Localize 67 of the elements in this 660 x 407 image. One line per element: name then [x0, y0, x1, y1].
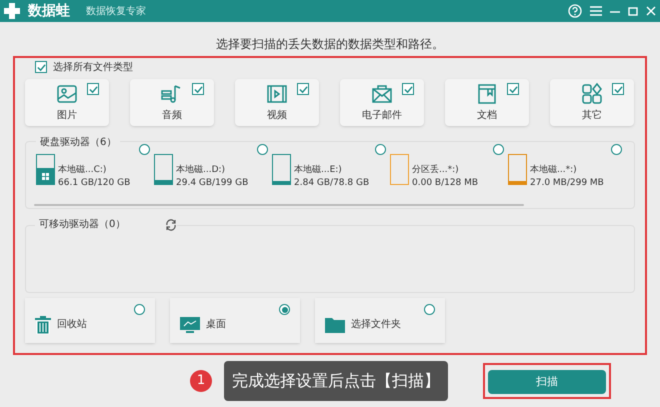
heading: 选择要扫描的丢失数据的数据类型和路径。: [215, 36, 445, 53]
drive-name: 本地磁...C:): [58, 164, 108, 177]
location-card[interactable]: 回收站: [25, 298, 155, 343]
section-title: 可移动驱动器（0）: [35, 217, 166, 232]
file-type-label: 电子邮件: [362, 108, 402, 123]
windows-logo-icon: [42, 172, 49, 180]
drive-name: 分区丢...*:): [412, 164, 460, 177]
checkbox[interactable]: [192, 83, 204, 95]
drive-item[interactable]: 本地磁...*:) 27.0 MB/299 MB: [508, 144, 626, 190]
drive-name: 本地磁...E:): [294, 164, 343, 177]
checkbox[interactable]: [507, 83, 519, 95]
file-type-label: 其它: [582, 108, 602, 123]
step-badge: 1: [190, 370, 212, 392]
location-label: 回收站: [57, 318, 87, 332]
select-all-label: 选择所有文件类型: [53, 60, 133, 74]
help-icon[interactable]: [568, 4, 582, 18]
section-title: 硬盘驱动器（6）: [36, 135, 120, 150]
file-type-card[interactable]: 电子邮件: [340, 79, 424, 126]
radio-button[interactable]: [279, 304, 290, 315]
drive-item[interactable]: 本地磁...D:) 29.4 GB/199 GB: [154, 144, 272, 190]
file-type-label: 音频: [162, 108, 182, 123]
scan-button[interactable]: 扫描: [488, 370, 606, 394]
file-type-card[interactable]: 文档: [445, 79, 529, 126]
drive-size: 66.1 GB/120 GB: [58, 177, 130, 190]
checkbox[interactable]: [402, 83, 414, 95]
maximize-icon[interactable]: [628, 6, 638, 16]
location-label: 选择文件夹: [351, 318, 401, 332]
cross-logo-icon: [4, 3, 20, 19]
radio-button[interactable]: [493, 144, 504, 155]
checkbox[interactable]: [612, 83, 624, 95]
radio-button[interactable]: [375, 144, 386, 155]
drive-name: 本地磁...*:): [530, 164, 578, 177]
callout-text: 完成选择设置后点击【扫描】: [224, 361, 448, 401]
folder-icon: [325, 316, 345, 332]
radio-button[interactable]: [424, 304, 435, 315]
radio-button[interactable]: [139, 144, 150, 155]
app-name: 数据蛙: [28, 2, 70, 20]
location-label: 桌面: [206, 318, 226, 332]
drive-size: 27.0 MB/299 MB: [530, 177, 604, 190]
file-type-label: 图片: [57, 108, 77, 123]
location-card[interactable]: 桌面: [170, 298, 300, 343]
file-type-card[interactable]: 视频: [235, 79, 319, 126]
location-card[interactable]: 选择文件夹: [315, 298, 445, 343]
app-subtitle: 数据恢复专家: [86, 4, 146, 18]
drive-item[interactable]: 分区丢...*:) 0.00 B/128 MB: [390, 144, 508, 190]
file-type-label: 文档: [477, 108, 497, 123]
file-type-card[interactable]: 音频: [130, 79, 214, 126]
radio-button[interactable]: [611, 144, 622, 155]
menu-icon[interactable]: [590, 6, 602, 16]
drive-item[interactable]: 本地磁...E:) 2.84 GB/78.8 GB: [272, 144, 390, 190]
radio-button[interactable]: [134, 304, 145, 315]
trash-icon: [35, 316, 51, 334]
radio-button[interactable]: [257, 144, 268, 155]
monitor-icon: [180, 316, 200, 332]
drive-size: 2.84 GB/78.8 GB: [294, 177, 370, 190]
checkbox[interactable]: [35, 61, 47, 73]
grid-shapes-icon: [580, 82, 604, 106]
drive-name: 本地磁...D:): [176, 164, 226, 177]
drive-size: 0.00 B/128 MB: [412, 177, 478, 190]
drive-size: 29.4 GB/199 GB: [176, 177, 248, 190]
refresh-icon[interactable]: [165, 218, 178, 230]
checkbox[interactable]: [297, 83, 309, 95]
file-type-card[interactable]: 图片: [25, 79, 109, 126]
file-type-label: 视频: [267, 108, 287, 123]
file-type-card[interactable]: 其它: [550, 79, 634, 126]
checkbox[interactable]: [87, 83, 99, 95]
close-icon[interactable]: [646, 6, 656, 16]
